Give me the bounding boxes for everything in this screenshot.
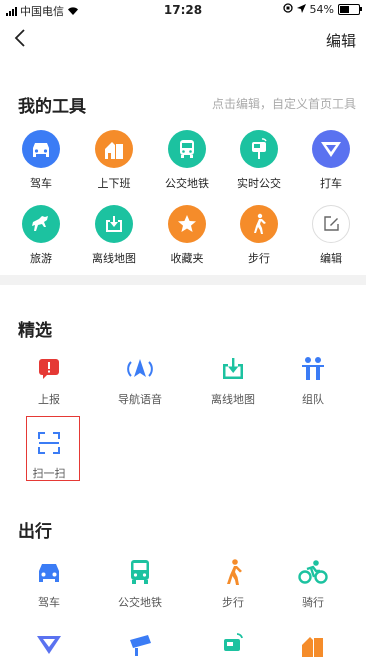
offline-map-icon [95,205,133,243]
featured-report[interactable]: 上报 [9,354,89,407]
edit-button[interactable]: 编辑 [326,30,356,51]
lock-rotation-icon [282,3,293,16]
travel-label: 步行 [222,596,244,609]
travel-title: 出行 [18,522,52,542]
tool-label: 编辑 [320,252,342,265]
my-tools-hint: 点击编辑，自定义首页工具 [211,97,356,111]
tool-label: 收藏夹 [170,252,204,265]
bus-stop-icon [218,630,248,660]
featured-label: 离线地图 [211,393,255,406]
travel-label: 公交地铁 [118,596,162,609]
status-bar: 中国电信 17:28 54% [0,0,366,20]
bus-icon [168,130,206,168]
camera-icon [125,630,155,660]
my-tools-title: 我的工具 [18,97,86,117]
travel-transit[interactable]: 公交地铁 [100,557,180,610]
featured-nav-voice[interactable]: 导航语音 [100,354,180,407]
section-divider [0,275,366,285]
walk-icon [218,557,248,587]
tool-commute[interactable]: 上下班 [79,130,149,191]
featured-label: 导航语音 [118,393,162,406]
top-bar: 编辑 [0,28,366,52]
featured-title: 精选 [18,321,52,341]
tool-edit[interactable]: 编辑 [296,205,366,266]
travel-label: 驾车 [38,596,60,609]
scan-highlight-box [26,416,80,481]
tool-realtime-bus[interactable]: 实时公交 [224,130,294,191]
car-icon [22,130,60,168]
walk-icon [240,205,278,243]
travel-realtime-bus[interactable] [193,630,273,660]
travel-drive[interactable]: 驾车 [9,557,89,610]
battery-icon [338,4,362,15]
back-button[interactable] [14,28,26,53]
tool-walk[interactable]: 步行 [224,205,294,266]
travel-label: 骑行 [302,596,324,609]
car-icon [34,557,64,587]
tool-label: 实时公交 [237,177,281,190]
taxi-icon [34,630,64,660]
taxi-icon [312,130,350,168]
featured-label: 组队 [302,393,324,406]
tool-label: 旅游 [30,252,52,265]
featured-offline-map[interactable]: 离线地图 [193,354,273,407]
home-office-icon [298,630,328,660]
travel-bike[interactable]: 骑行 [273,557,353,610]
featured-team[interactable]: 组队 [273,354,353,407]
home-office-icon [95,130,133,168]
tool-label: 上下班 [97,177,131,190]
tool-drive[interactable]: 驾车 [6,130,76,191]
chevron-left-icon [14,29,25,47]
bike-icon [298,557,328,587]
location-icon [296,3,306,16]
travel-camera[interactable] [100,630,180,660]
navigation-voice-icon [125,354,155,384]
offline-map-icon [218,354,248,384]
tool-favorites[interactable]: 收藏夹 [152,205,222,266]
tool-label: 离线地图 [92,252,136,265]
battery-percent: 54% [309,3,334,16]
travel-commute[interactable] [273,630,353,660]
travel-walk[interactable]: 步行 [193,557,273,610]
tool-label: 打车 [320,177,342,190]
travel-taxi[interactable] [9,630,89,660]
star-icon [168,205,206,243]
bus-icon [125,557,155,587]
tool-label: 步行 [248,252,270,265]
tool-label: 公交地铁 [165,177,209,190]
tool-travel[interactable]: 旅游 [6,205,76,266]
tool-taxi[interactable]: 打车 [296,130,366,191]
team-icon [298,354,328,384]
tool-offline-map[interactable]: 离线地图 [79,205,149,266]
tool-transit[interactable]: 公交地铁 [152,130,222,191]
bus-stop-icon [240,130,278,168]
report-icon [34,354,64,384]
horse-icon [22,205,60,243]
featured-label: 上报 [38,393,60,406]
edit-icon [312,205,350,243]
tool-label: 驾车 [30,177,52,190]
